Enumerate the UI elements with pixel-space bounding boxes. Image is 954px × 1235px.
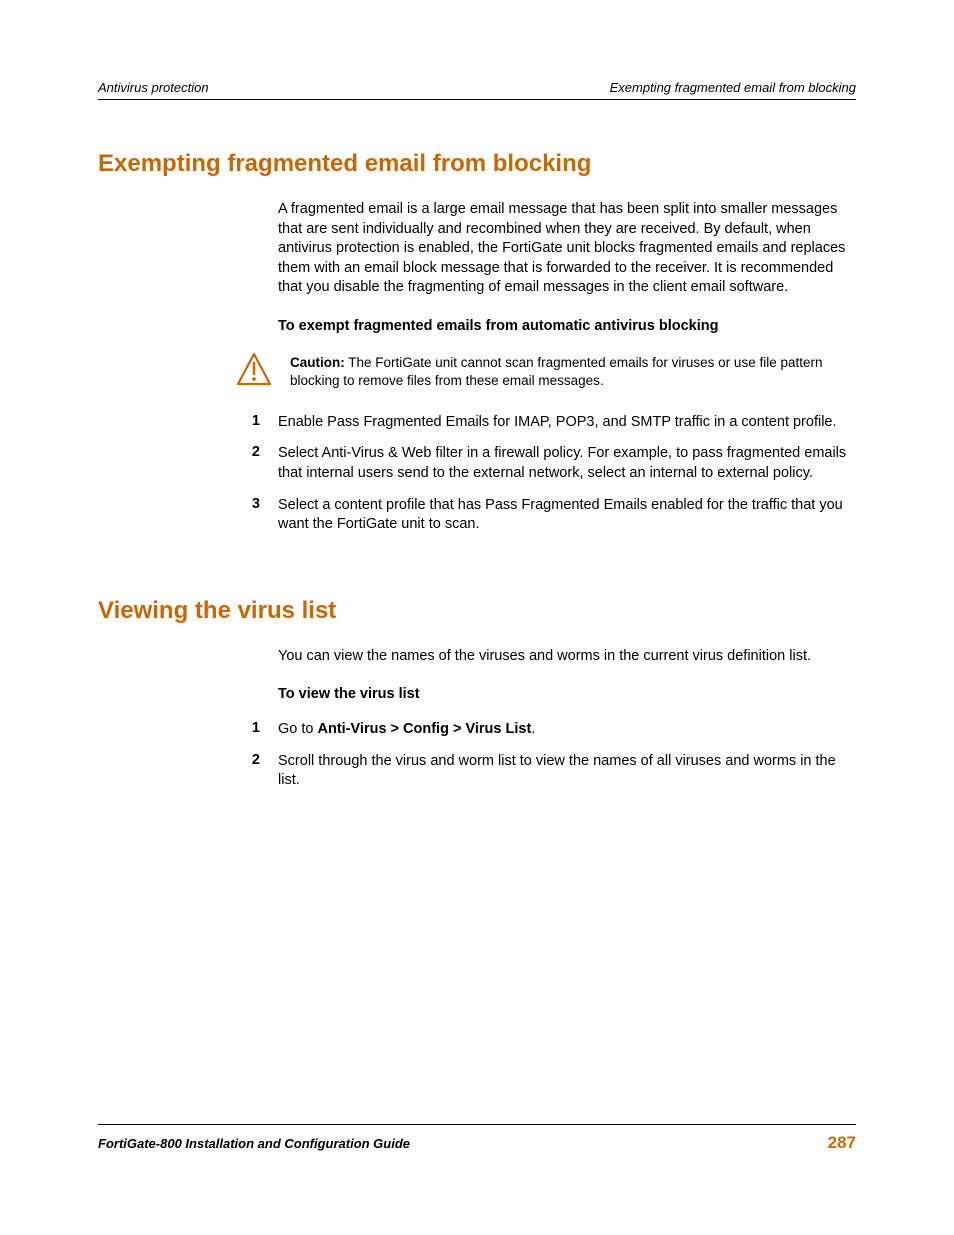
procedure-subhead: To exempt fragmented emails from automat… xyxy=(278,318,856,334)
caution-block: Caution: The FortiGate unit cannot scan … xyxy=(236,352,856,391)
step-text: Select Anti-Virus & Web filter in a fire… xyxy=(278,444,856,483)
content-block: A fragmented email is a large email mess… xyxy=(278,200,856,334)
step-text: Enable Pass Fragmented Emails for IMAP, … xyxy=(278,413,837,433)
step-number: 1 xyxy=(236,413,260,433)
footer-rule xyxy=(98,1124,856,1125)
list-item: 2 Scroll through the virus and worm list… xyxy=(236,752,856,791)
list-item: 3 Select a content profile that has Pass… xyxy=(236,496,856,535)
ordered-steps: 1 Go to Anti-Virus > Config > Virus List… xyxy=(236,720,856,791)
step-number: 3 xyxy=(236,496,260,535)
step-prefix: Go to xyxy=(278,721,318,737)
caution-label: Caution: xyxy=(290,355,345,370)
ordered-steps: 1 Enable Pass Fragmented Emails for IMAP… xyxy=(236,413,856,535)
step-number: 1 xyxy=(236,720,260,740)
list-item: 2 Select Anti-Virus & Web filter in a fi… xyxy=(236,444,856,483)
section-exempting: Exempting fragmented email from blocking… xyxy=(98,150,856,535)
content-block: You can view the names of the viruses an… xyxy=(278,647,856,703)
section-viewing: Viewing the virus list You can view the … xyxy=(98,597,856,791)
footer-page-number: 287 xyxy=(828,1133,856,1153)
list-item: 1 Go to Anti-Virus > Config > Virus List… xyxy=(236,720,856,740)
step-text: Select a content profile that has Pass F… xyxy=(278,496,856,535)
section-title: Viewing the virus list xyxy=(98,597,856,625)
page-footer: FortiGate-800 Installation and Configura… xyxy=(98,1133,856,1153)
step-number: 2 xyxy=(236,752,260,791)
step-text: Go to Anti-Virus > Config > Virus List. xyxy=(278,720,535,740)
caution-text: Caution: The FortiGate unit cannot scan … xyxy=(290,352,856,390)
header-right: Exempting fragmented email from blocking xyxy=(610,80,856,95)
section-title: Exempting fragmented email from blocking xyxy=(98,150,856,178)
running-header: Antivirus protection Exempting fragmente… xyxy=(98,80,856,100)
section-gap xyxy=(98,547,856,597)
intro-paragraph: You can view the names of the viruses an… xyxy=(278,647,856,667)
footer-title: FortiGate-800 Installation and Configura… xyxy=(98,1136,410,1151)
step-bold-path: Anti-Virus > Config > Virus List xyxy=(318,721,532,737)
intro-paragraph: A fragmented email is a large email mess… xyxy=(278,200,856,298)
procedure-subhead: To view the virus list xyxy=(278,686,856,702)
header-left: Antivirus protection xyxy=(98,80,209,95)
step-number: 2 xyxy=(236,444,260,483)
page: Antivirus protection Exempting fragmente… xyxy=(0,0,954,1235)
step-text: Scroll through the virus and worm list t… xyxy=(278,752,856,791)
caution-icon xyxy=(236,352,272,391)
step-suffix: . xyxy=(531,721,535,737)
list-item: 1 Enable Pass Fragmented Emails for IMAP… xyxy=(236,413,856,433)
caution-body: The FortiGate unit cannot scan fragmente… xyxy=(290,355,822,388)
